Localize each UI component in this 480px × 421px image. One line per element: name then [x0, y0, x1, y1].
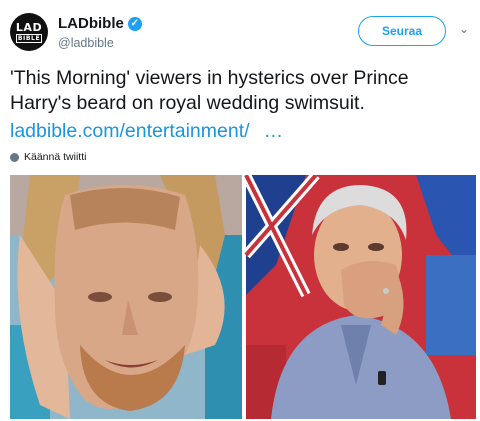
globe-icon [10, 152, 19, 162]
tweet-text: 'This Morning' viewers in hysterics over… [10, 67, 409, 114]
presenter-laughing-photo-icon[interactable] [241, 175, 476, 419]
follow-button[interactable]: Seuraa [358, 16, 446, 46]
translate-label[interactable]: Käännä twiitti [24, 151, 86, 163]
account-handle[interactable]: @ladbible [58, 36, 114, 50]
link-ellipsis: … [263, 120, 284, 142]
account-name-row[interactable]: LADbible ✓ [58, 15, 142, 32]
avatar-logo-subtext: BIBLE [15, 33, 43, 43]
account-name[interactable]: LADbible [58, 15, 124, 32]
chevron-down-icon[interactable]: ⌄ [459, 22, 469, 36]
avatar-logo-text: LAD [15, 20, 43, 34]
translate-tweet[interactable]: Käännä twiitti [10, 151, 86, 163]
verified-badge-icon: ✓ [127, 16, 142, 31]
swimsuit-face-photo-icon[interactable] [10, 175, 242, 419]
profile-avatar[interactable]: LAD BIBLE [10, 13, 48, 51]
tweet-link[interactable]: ladbible.com/entertainment/ [10, 120, 250, 142]
tweet-link-row: ladbible.com/entertainment/ … [10, 119, 283, 144]
tweet-media[interactable] [10, 175, 476, 419]
